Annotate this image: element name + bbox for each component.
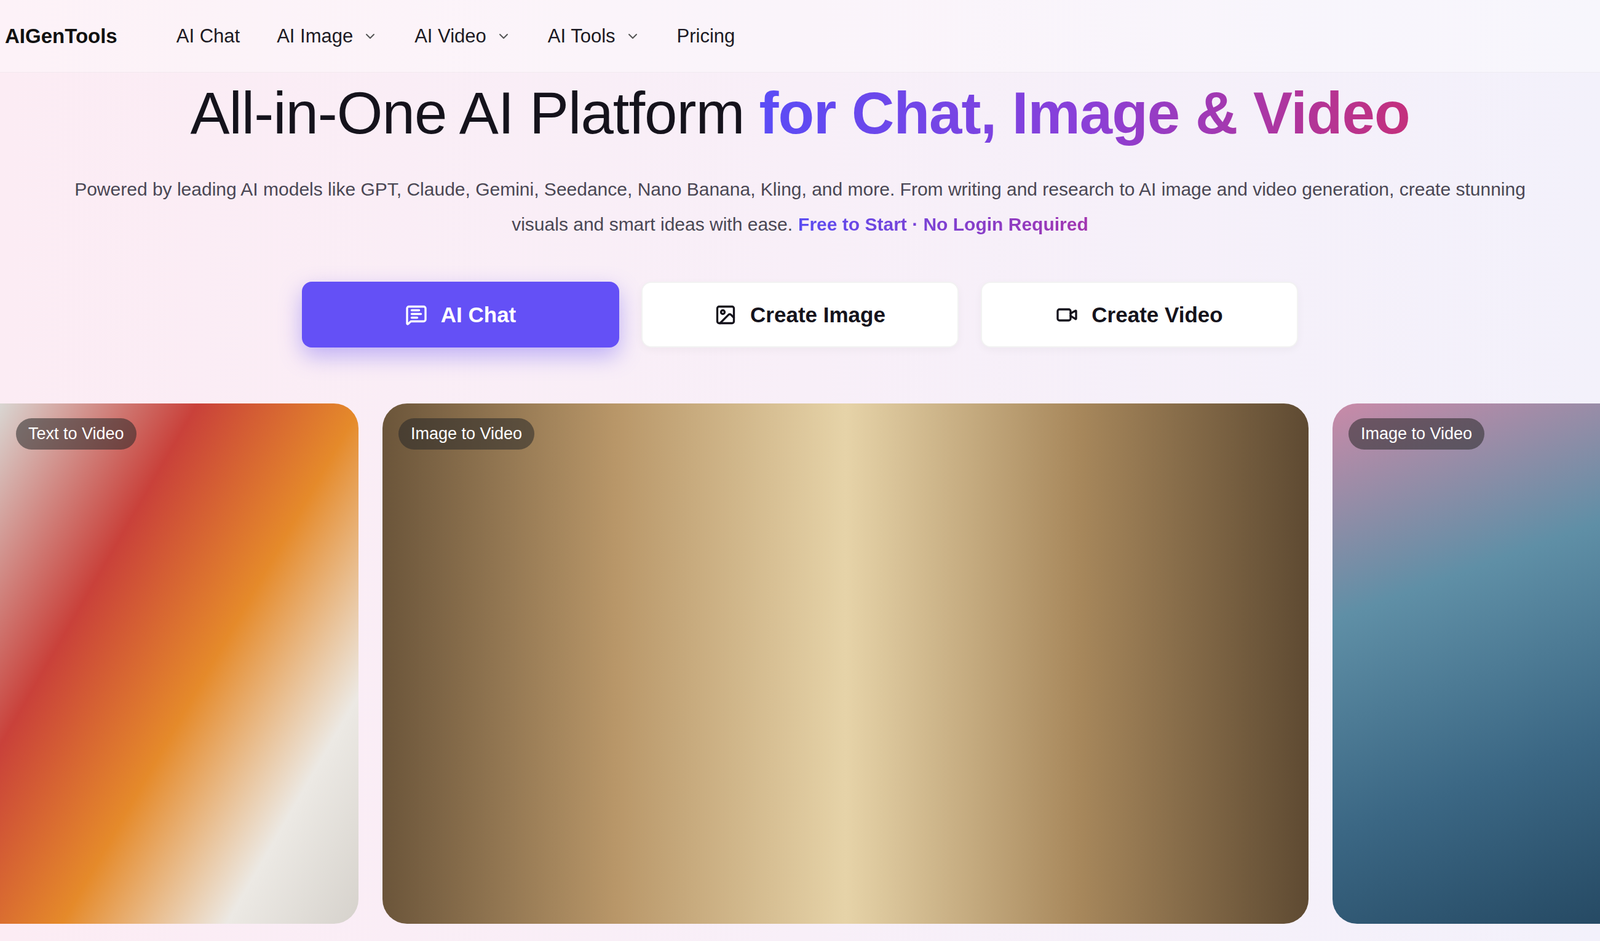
showcase-card[interactable]: Text to Video [0, 403, 359, 924]
showcase-card[interactable]: Image to Video [382, 403, 1309, 924]
nav-list: AI Chat AI Image AI Video AI Tools Pricing [176, 25, 736, 48]
chat-icon [405, 303, 428, 326]
action-button[interactable]: AI Chat [301, 281, 620, 348]
top-nav: AIGenTools AI Chat AI Image AI Video AI Tool… [0, 0, 1600, 73]
action-button[interactable]: Create Image [641, 281, 959, 348]
chevron-down-icon [362, 28, 378, 44]
nav-item[interactable]: AI Video [414, 25, 511, 48]
hero: All-in-One AI Platformfor Chat, Image & … [0, 72, 1600, 348]
page: AIGenTools AI Chat AI Image AI Video AI Tool… [0, 0, 1600, 941]
nav-item[interactable]: AI Image [276, 25, 378, 48]
action-buttons: AI Chat Create Image Create Video [301, 281, 1299, 348]
headline-highlight: for Chat, Image & Video [758, 79, 1410, 146]
image-icon [714, 303, 737, 326]
nav-item[interactable]: AI Tools [547, 25, 641, 48]
card-badge: Text to Video [15, 418, 137, 450]
headline: All-in-One AI Platformfor Chat, Image & … [190, 77, 1410, 149]
card-badge: Image to Video [398, 418, 535, 450]
chevron-down-icon [496, 28, 511, 44]
nav-item[interactable]: AI Chat [176, 25, 240, 48]
logo[interactable]: AIGenTools [4, 24, 118, 48]
subtitle-highlight: Free to Start · No Login Required [798, 213, 1089, 235]
chevron-down-icon [625, 28, 641, 44]
showcase-card[interactable]: Image to Video [1332, 403, 1600, 924]
video-icon [1055, 303, 1078, 326]
showcase-carousel: Text to Video Image to Video Image to Vide… [0, 403, 1600, 924]
nav-item[interactable]: Pricing [677, 25, 736, 48]
card-badge: Image to Video [1348, 418, 1485, 450]
action-button[interactable]: Create Video [980, 281, 1299, 348]
subtitle: Powered by leading AI models like GPT, C… [62, 171, 1538, 242]
